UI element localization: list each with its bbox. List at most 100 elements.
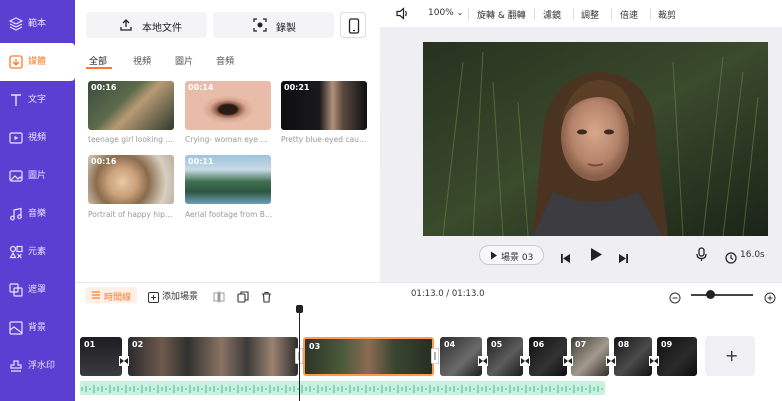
split-button[interactable] <box>213 288 225 307</box>
filter-button[interactable]: 濾鏡 <box>543 8 561 21</box>
sidebar: 範本 媒體 文字 視頻 圖片 音樂 元素 遮罩 背景 浮水印 <box>0 0 75 401</box>
image-icon <box>9 169 23 183</box>
preview-toolbar: 100% ⌄ 旋轉 & 翻轉 濾鏡 調整 倍速 裁剪 <box>380 0 782 28</box>
sidebar-item-templates[interactable]: 範本 <box>0 5 75 43</box>
timeline-clip[interactable]: 08 <box>614 337 652 376</box>
media-thumbnail[interactable]: 00:16 <box>88 155 174 204</box>
text-icon <box>9 93 23 107</box>
sidebar-item-media[interactable]: 媒體 <box>0 43 75 81</box>
sidebar-item-elements[interactable]: 元素 <box>0 233 75 271</box>
record-label: 錄製 <box>276 23 296 34</box>
speaker-icon <box>396 7 407 20</box>
timeline-zoom-slider[interactable] <box>691 294 753 296</box>
playhead[interactable] <box>299 306 300 401</box>
sidebar-item-watermark[interactable]: 浮水印 <box>0 347 75 385</box>
timeline-clip[interactable]: 04 <box>440 337 482 376</box>
add-scene-button[interactable]: 添加場景 <box>148 288 198 307</box>
add-box-icon <box>148 292 159 303</box>
sidebar-item-music[interactable]: 音樂 <box>0 195 75 233</box>
video-icon <box>9 131 23 145</box>
play-button[interactable] <box>590 247 603 266</box>
crop-button[interactable]: 裁剪 <box>658 8 676 21</box>
scene-label: 場景 03 <box>501 253 534 263</box>
sidebar-item-label: 圖片 <box>28 171 47 181</box>
scene-play-button[interactable]: 場景 03 <box>479 245 544 265</box>
audio-track[interactable] <box>80 381 605 395</box>
sidebar-item-background[interactable]: 背景 <box>0 309 75 347</box>
media-caption: Aerial footage from Bea... <box>185 210 273 219</box>
zoom-slider-handle[interactable] <box>706 290 715 299</box>
media-thumbnail[interactable]: 00:16 <box>88 81 174 130</box>
tab-all[interactable]: 全部 <box>89 54 107 67</box>
sidebar-item-images[interactable]: 圖片 <box>0 157 75 195</box>
timeline-tab[interactable]: 時間線 <box>85 287 137 303</box>
clip-number: 05 <box>491 340 503 349</box>
microphone-icon <box>696 247 707 261</box>
duplicate-icon <box>237 291 249 303</box>
clip-duration: 00:11 <box>188 157 214 166</box>
duplicate-button[interactable] <box>237 288 249 307</box>
sidebar-item-video[interactable]: 視頻 <box>0 119 75 157</box>
video-preview[interactable] <box>423 42 768 236</box>
timeline-clip[interactable]: 01 <box>80 337 122 376</box>
tab-video[interactable]: 視頻 <box>133 54 151 67</box>
add-clip-button[interactable]: + <box>705 336 755 376</box>
timeline-clip[interactable]: 06 <box>529 337 567 376</box>
rotate-flip-button[interactable]: 旋轉 & 翻轉 <box>477 8 526 21</box>
record-icon <box>253 18 267 32</box>
playhead-handle[interactable] <box>296 305 303 313</box>
adjust-button[interactable]: 調整 <box>581 8 599 21</box>
play-icon <box>591 248 602 261</box>
transition-icon[interactable] <box>520 351 530 366</box>
timeline-clip-selected[interactable]: 03 <box>303 337 434 376</box>
speed-button[interactable]: 倍速 <box>620 8 638 21</box>
upload-local-file-button[interactable]: 本地文件 <box>86 12 207 38</box>
sidebar-item-label: 背景 <box>28 323 47 333</box>
transition-icon[interactable] <box>478 351 488 366</box>
tab-images[interactable]: 圖片 <box>175 54 193 67</box>
voiceover-button[interactable] <box>696 247 707 266</box>
chevron-down-icon: ⌄ <box>456 8 464 17</box>
timeline-clip[interactable]: 07 <box>571 337 609 376</box>
volume-button[interactable] <box>396 7 410 23</box>
clip-number: 03 <box>309 342 321 351</box>
overlay-icon <box>9 283 23 297</box>
transition-icon[interactable] <box>119 351 129 366</box>
timeline-toolbar: 時間線 添加場景 01:13.0 / 01:13.0 <box>75 282 782 306</box>
media-thumbnail[interactable]: 00:11 <box>185 155 271 204</box>
background-icon <box>9 321 23 335</box>
sidebar-item-label: 媒體 <box>28 57 47 67</box>
previous-button[interactable] <box>560 249 571 268</box>
music-icon <box>9 207 23 221</box>
sidebar-item-label: 音樂 <box>28 209 47 219</box>
sidebar-item-label: 浮水印 <box>28 361 56 371</box>
sidebar-item-text[interactable]: 文字 <box>0 81 75 119</box>
next-button[interactable] <box>618 249 629 268</box>
timeline-clip[interactable]: 02 <box>128 337 298 376</box>
media-caption: Portrait of happy hipster ... <box>88 210 176 219</box>
total-duration: 16.0s <box>740 250 765 260</box>
clip-trim-handle[interactable] <box>430 347 440 365</box>
media-thumbnail[interactable]: 00:14 <box>185 81 271 130</box>
clip-number: 08 <box>618 340 630 349</box>
record-button[interactable]: 錄製 <box>213 12 334 38</box>
media-caption: teenage girl looking sad ... <box>88 135 176 144</box>
media-thumbnail[interactable]: 00:21 <box>281 81 367 130</box>
clip-duration: 00:14 <box>188 83 214 92</box>
mobile-upload-button[interactable] <box>340 12 366 38</box>
clip-number: 04 <box>444 340 456 349</box>
timeline-clip[interactable]: 09 <box>657 337 697 376</box>
transition-icon[interactable] <box>563 351 573 366</box>
zoom-select[interactable]: 100% ⌄ <box>428 8 463 18</box>
timeline-clip[interactable]: 05 <box>487 337 523 376</box>
audio-waveform <box>81 385 603 393</box>
transition-icon[interactable] <box>606 351 616 366</box>
layers-icon <box>9 17 23 31</box>
active-tab-indicator <box>86 67 112 69</box>
transition-icon[interactable] <box>649 351 659 366</box>
sidebar-item-overlay[interactable]: 遮罩 <box>0 271 75 309</box>
clip-duration: 00:16 <box>91 83 117 92</box>
delete-button[interactable] <box>261 288 272 307</box>
tab-audio[interactable]: 音頻 <box>216 54 234 67</box>
timeline-tab-label: 時間線 <box>104 293 132 303</box>
